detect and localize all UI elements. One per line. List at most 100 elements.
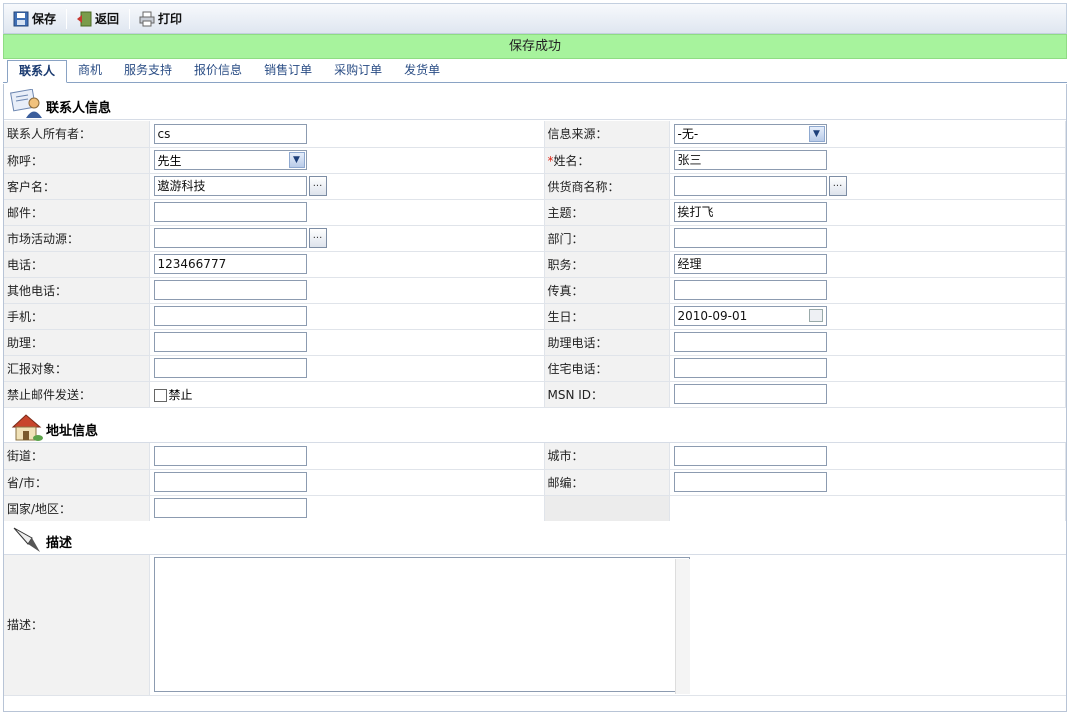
form-row: 国家/地区： — [4, 495, 1066, 522]
home-phone-field[interactable] — [673, 358, 827, 378]
owner-label: 联系人所有者： — [4, 121, 150, 148]
supplier-label: 供货商名称： — [544, 173, 670, 200]
description-section-header: 描述 — [4, 521, 1066, 555]
form-row: 街道： 城市： — [4, 443, 1066, 470]
empty-cell — [544, 495, 670, 522]
chevron-down-icon[interactable]: ▼ — [288, 152, 305, 168]
no-email-checkbox[interactable] — [153, 388, 167, 402]
success-banner: 保存成功 — [3, 34, 1067, 59]
customer-label: 客户名： — [4, 173, 150, 200]
subject-field[interactable]: 挨打飞 — [673, 202, 827, 222]
department-field[interactable] — [673, 228, 827, 248]
contact-card-icon — [10, 89, 42, 118]
tab-purchase-order[interactable]: 采购订单 — [323, 60, 393, 82]
source-select[interactable]: -无- ▼ — [673, 123, 827, 144]
phone-field[interactable]: 123466777 — [153, 254, 307, 274]
campaign-lookup-button[interactable]: ... — [308, 228, 327, 248]
calendar-icon[interactable] — [808, 309, 823, 322]
supplier-lookup-button[interactable]: ... — [828, 176, 847, 196]
source-selected-value: -无- — [677, 127, 699, 142]
name-label-text: 姓名： — [553, 153, 590, 168]
save-icon — [13, 11, 29, 26]
mobile-field[interactable] — [153, 306, 307, 326]
province-field[interactable] — [153, 472, 307, 492]
tab-service-support[interactable]: 服务支持 — [113, 60, 183, 82]
country-label: 国家/地区： — [4, 495, 150, 522]
customer-field[interactable]: 遨游科技 — [153, 176, 307, 196]
job-title-field[interactable]: 经理 — [673, 254, 827, 274]
subject-label: 主题： — [544, 199, 670, 226]
supplier-field[interactable] — [673, 176, 827, 196]
email-field[interactable] — [153, 202, 307, 222]
description-form-table: 描述： — [4, 555, 1066, 696]
customer-lookup-button[interactable]: ... — [308, 176, 327, 196]
tab-quote[interactable]: 报价信息 — [183, 60, 253, 82]
tab-invoice[interactable]: 发货单 — [393, 60, 451, 82]
address-form-table: 街道： 城市： 省/市： 邮编： 国家/地区： — [4, 443, 1066, 522]
city-field[interactable] — [673, 445, 827, 466]
other-phone-label: 其他电话： — [4, 277, 150, 304]
birthday-label: 生日： — [544, 303, 670, 330]
description-wrapper — [153, 557, 690, 695]
tab-opportunity[interactable]: 商机 — [67, 60, 113, 82]
assistant-phone-field[interactable] — [673, 332, 827, 352]
description-textarea[interactable] — [153, 557, 690, 693]
save-button[interactable]: 保存 — [4, 8, 66, 30]
form-row: 称呼： 先生 ▼ *姓名： 张三 — [4, 147, 1066, 174]
form-row: 禁止邮件发送： 禁止 MSN ID： — [4, 381, 1066, 408]
msn-field[interactable] — [673, 384, 827, 404]
home-phone-label: 住宅电话： — [544, 355, 670, 382]
form-row: 邮件： 主题： 挨打飞 — [4, 199, 1066, 226]
description-scrollbar[interactable] — [674, 559, 690, 695]
assistant-phone-label: 助理电话： — [544, 329, 670, 356]
address-section-header: 地址信息 — [4, 409, 1066, 443]
city-label: 城市： — [544, 443, 670, 470]
toolbar: 保存 返回 打印 — [3, 3, 1067, 34]
chevron-down-icon[interactable]: ▼ — [808, 125, 825, 142]
pen-icon — [13, 527, 40, 552]
campaign-label: 市场活动源： — [4, 225, 150, 252]
form-row: 手机： 生日： 2010-09-01 — [4, 303, 1066, 330]
province-label: 省/市： — [4, 469, 150, 496]
description-section-title: 描述 — [46, 536, 73, 551]
country-field[interactable] — [153, 498, 307, 518]
job-title-label: 职务： — [544, 251, 670, 278]
campaign-field[interactable] — [153, 228, 307, 248]
back-label: 返回 — [95, 12, 120, 26]
form-row: 客户名： 遨游科技... 供货商名称： ... — [4, 173, 1066, 200]
birthday-field[interactable]: 2010-09-01 — [673, 306, 827, 326]
printer-icon — [139, 11, 155, 26]
salutation-select[interactable]: 先生 ▼ — [153, 150, 307, 170]
tab-contact[interactable]: 联系人 — [7, 60, 68, 83]
fax-field[interactable] — [673, 280, 827, 300]
house-icon — [11, 414, 43, 441]
tab-sales-order[interactable]: 销售订单 — [253, 60, 323, 82]
no-email-checkbox-label: 禁止 — [168, 387, 193, 402]
form-row: 电话： 123466777 职务： 经理 — [4, 251, 1066, 278]
department-label: 部门： — [544, 225, 670, 252]
contact-section-title: 联系人信息 — [46, 101, 112, 116]
street-label: 街道： — [4, 443, 150, 470]
contact-form-table: 联系人所有者： cs 信息来源： -无- ▼ 称呼： 先生 ▼ *姓名： 张三 客户… — [4, 121, 1066, 408]
description-label: 描述： — [4, 555, 150, 696]
form-row: 助理： 助理电话： — [4, 329, 1066, 356]
assistant-label: 助理： — [4, 329, 150, 356]
name-field[interactable]: 张三 — [673, 150, 827, 170]
back-button[interactable]: 返回 — [67, 8, 129, 30]
print-button[interactable]: 打印 — [130, 8, 192, 30]
empty-cell — [669, 495, 1066, 522]
street-field[interactable] — [153, 445, 307, 466]
no-email-label: 禁止邮件发送： — [4, 381, 150, 408]
fax-label: 传真： — [544, 277, 670, 304]
name-label: *姓名： — [544, 147, 670, 174]
form-row: 省/市： 邮编： — [4, 469, 1066, 496]
zip-field[interactable] — [673, 472, 827, 492]
other-phone-field[interactable] — [153, 280, 307, 300]
form-row: 其他电话： 传真： — [4, 277, 1066, 304]
reports-to-field[interactable] — [153, 358, 307, 378]
salutation-label: 称呼： — [4, 147, 150, 174]
assistant-field[interactable] — [153, 332, 307, 352]
salutation-selected-value: 先生 — [157, 153, 182, 168]
owner-field[interactable]: cs — [153, 123, 307, 144]
form-row: 汇报对象： 住宅电话： — [4, 355, 1066, 382]
